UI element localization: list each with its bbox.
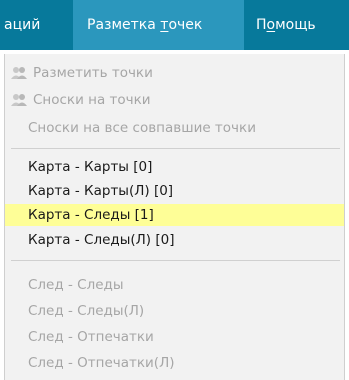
menu-option-trace-traces-l[interactable]: След - Следы(Л) [5, 300, 344, 322]
users-icon [10, 91, 28, 109]
menu-option-trace-prints[interactable]: След - Отпечатки [5, 326, 344, 348]
menu-option-map-maps[interactable]: Карта - Карты [0] [5, 156, 344, 178]
menu-item-point-markup-label: Разметка точек [87, 17, 203, 33]
menu-bar: аций Разметка точек Помощь [0, 0, 349, 50]
menu-item-operations-label: аций [4, 17, 41, 33]
menu-option-trace-traces[interactable]: След - Следы [5, 274, 344, 296]
menu-option-map-traces-l[interactable]: Карта - Следы(Л) [0] [5, 229, 344, 251]
point-markup-dropdown: Разметить точки Сноски на точки Сноски н… [4, 54, 345, 380]
menu-item-help[interactable]: Помощь [244, 0, 316, 50]
menu-separator [11, 148, 340, 149]
menu-item-operations[interactable]: аций [0, 0, 73, 50]
menu-option-trace-prints-l[interactable]: След - Отпечатки(Л) [5, 352, 344, 374]
menu-option-mark-points[interactable]: Разметить точки [5, 62, 344, 84]
menu-item-help-label: Помощь [256, 17, 316, 33]
menu-option-map-maps-l[interactable]: Карта - Карты(Л) [0] [5, 180, 344, 202]
app-window: аций Разметка точек Помощь Разметить точ… [0, 0, 349, 380]
menu-separator [11, 260, 340, 261]
menu-option-point-notes[interactable]: Сноски на точки [5, 89, 344, 111]
menu-item-point-markup[interactable]: Разметка точек [73, 0, 244, 50]
menu-option-map-traces[interactable]: Карта - Следы [1] [5, 204, 344, 226]
users-icon [10, 64, 28, 82]
menu-option-notes-all-matched-points[interactable]: Сноски на все совпавшие точки [5, 117, 344, 139]
